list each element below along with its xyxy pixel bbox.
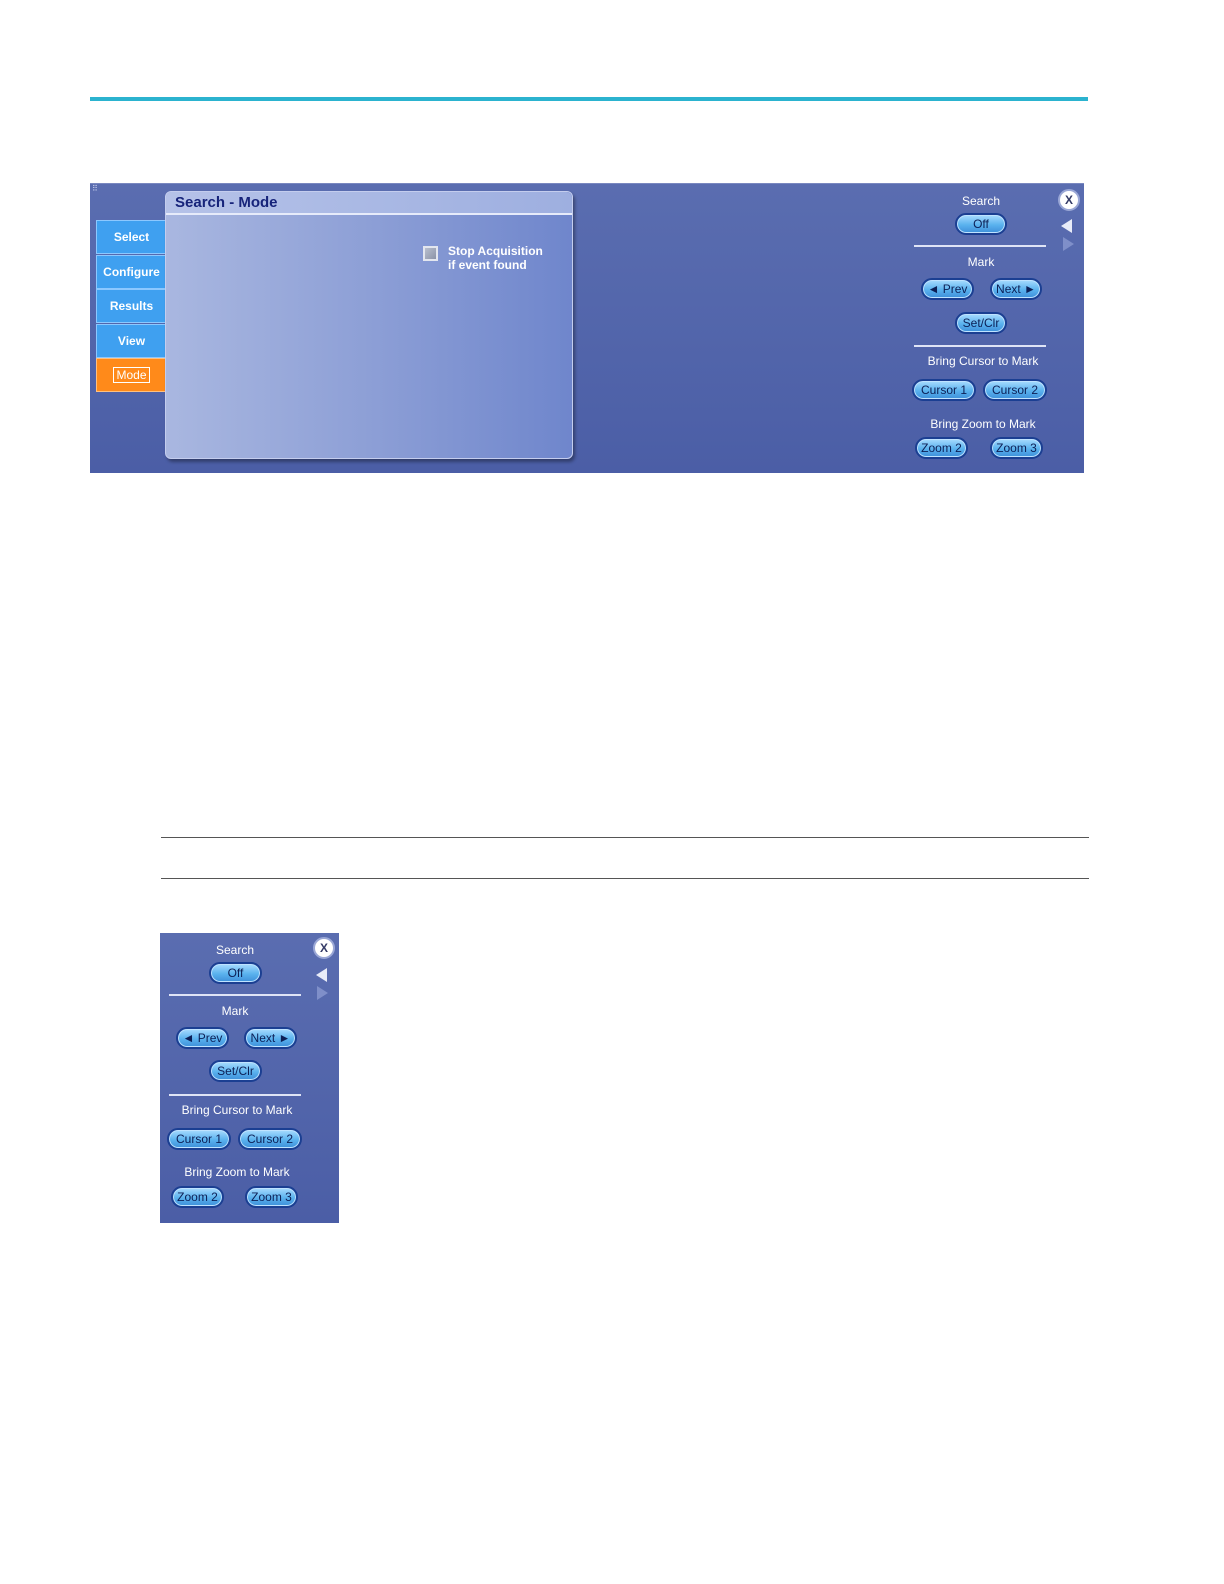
zoom2-button[interactable]: Zoom 2	[915, 437, 968, 459]
resize-grip-icon[interactable]: ⠿	[92, 185, 98, 193]
tab-select[interactable]: Select	[96, 220, 166, 254]
tab-view[interactable]: View	[96, 323, 166, 358]
zoom3-button[interactable]: Zoom 3	[990, 437, 1043, 459]
search-control-panel: Search Off Mark ◄ Prev Next ► Set/Clr Br…	[160, 933, 339, 1223]
cursor1-button[interactable]: Cursor 1	[912, 379, 976, 401]
search-label: Search	[215, 943, 255, 957]
mark-label: Mark	[967, 255, 995, 269]
close-icon[interactable]: X	[1058, 189, 1080, 211]
next-mark-button[interactable]: Next ►	[244, 1027, 297, 1049]
divider	[914, 345, 1046, 347]
divider	[914, 245, 1046, 247]
cursor1-button[interactable]: Cursor 1	[167, 1128, 231, 1150]
search-off-button[interactable]: Off	[955, 213, 1007, 235]
triangle-left-icon[interactable]	[1061, 219, 1072, 233]
prev-mark-button[interactable]: ◄ Prev	[176, 1027, 229, 1049]
set-clear-mark-button[interactable]: Set/Clr	[955, 312, 1007, 334]
search-side-controls: Search Off Mark ◄ Prev Next ► Set/Clr Br…	[910, 184, 1084, 474]
prev-mark-button[interactable]: ◄ Prev	[921, 278, 974, 300]
set-clear-mark-button[interactable]: Set/Clr	[209, 1060, 262, 1082]
divider-rule	[161, 878, 1089, 879]
tab-mode[interactable]: Mode	[96, 358, 166, 393]
close-icon[interactable]: X	[313, 937, 335, 959]
search-mode-panel: ⠿ Select Configure Results View Mode Sea…	[90, 183, 1084, 473]
mark-label: Mark	[221, 1004, 249, 1018]
divider	[169, 994, 301, 996]
cursor2-button[interactable]: Cursor 2	[983, 379, 1047, 401]
stop-acquisition-option[interactable]: Stop Acquisition if event found	[423, 244, 558, 272]
header-accent-rule	[90, 97, 1088, 101]
bring-cursor-label: Bring Cursor to Mark	[181, 1103, 293, 1117]
bring-zoom-label: Bring Zoom to Mark	[930, 417, 1036, 431]
triangle-right-icon[interactable]	[1063, 237, 1074, 251]
stop-acquisition-checkbox[interactable]	[423, 246, 438, 261]
tab-results[interactable]: Results	[96, 289, 166, 324]
mode-title: Search - Mode	[166, 192, 572, 215]
zoom2-button[interactable]: Zoom 2	[171, 1186, 224, 1208]
mode-settings-box: Search - Mode Stop Acquisition if event …	[165, 191, 573, 459]
triangle-right-icon[interactable]	[317, 986, 328, 1000]
search-off-button[interactable]: Off	[209, 962, 262, 984]
zoom3-button[interactable]: Zoom 3	[245, 1186, 298, 1208]
cursor2-button[interactable]: Cursor 2	[238, 1128, 302, 1150]
search-label: Search	[961, 194, 1001, 208]
tab-mode-label: Mode	[113, 367, 150, 384]
triangle-left-icon[interactable]	[316, 968, 327, 982]
stop-acquisition-line2: if event found	[448, 258, 527, 272]
search-tabs: Select Configure Results View Mode	[96, 220, 166, 393]
stop-acquisition-label: Stop Acquisition if event found	[448, 244, 558, 272]
search-side-controls: Search Off Mark ◄ Prev Next ► Set/Clr Br…	[160, 933, 339, 1223]
bring-zoom-label: Bring Zoom to Mark	[184, 1165, 290, 1179]
bring-cursor-label: Bring Cursor to Mark	[927, 354, 1039, 368]
stop-acquisition-line1: Stop Acquisition	[448, 244, 543, 258]
next-mark-button[interactable]: Next ►	[990, 278, 1042, 300]
tab-configure[interactable]: Configure	[96, 254, 166, 289]
divider	[169, 1094, 301, 1096]
divider-rule	[161, 837, 1089, 838]
